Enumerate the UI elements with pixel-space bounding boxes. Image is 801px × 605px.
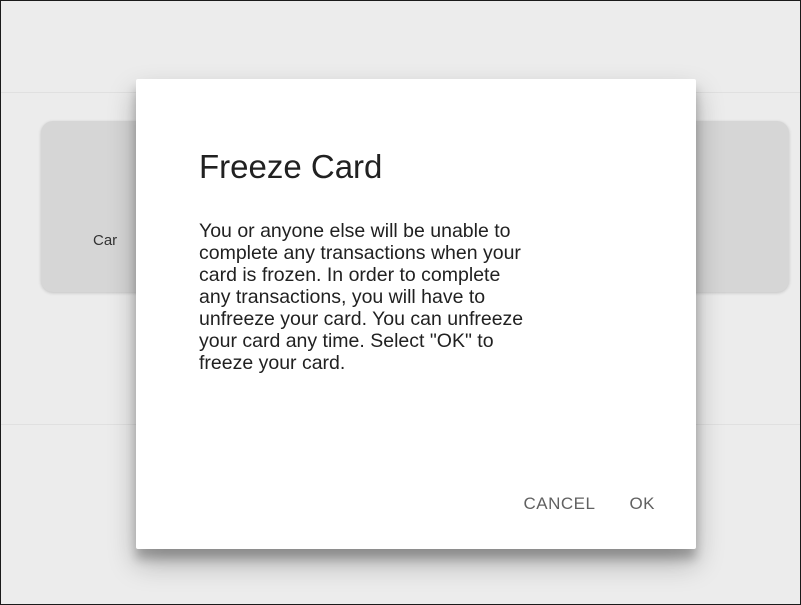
dialog-message: You or anyone else will be unable to com… [199, 220, 639, 374]
dialog-title: Freeze Card [199, 148, 383, 185]
dialog-message-line: You or anyone else will be unable to [199, 220, 511, 242]
dialog-message-line: your card any time. Select "OK" to [199, 330, 494, 352]
dialog-message-line: card is frozen. In order to complete [199, 264, 501, 286]
dialog-message-line: unfreeze your card. You can unfreeze [199, 308, 524, 330]
dialog-message-line: any transactions, you will have to [199, 286, 486, 308]
background-card-label: Car [93, 232, 118, 249]
freeze-card-dialog: Freeze Card You or anyone else will be u… [136, 79, 696, 549]
ok-button[interactable]: OK [629, 493, 655, 515]
dialog-message-line: freeze your card. [199, 352, 346, 374]
dialog-message-line: complete any transactions when your [199, 242, 521, 264]
app-window: Car Freeze Card You or anyone else will … [0, 0, 801, 605]
cancel-button[interactable]: CANCEL [523, 493, 595, 515]
dialog-actions: CANCEL OK [523, 493, 655, 515]
